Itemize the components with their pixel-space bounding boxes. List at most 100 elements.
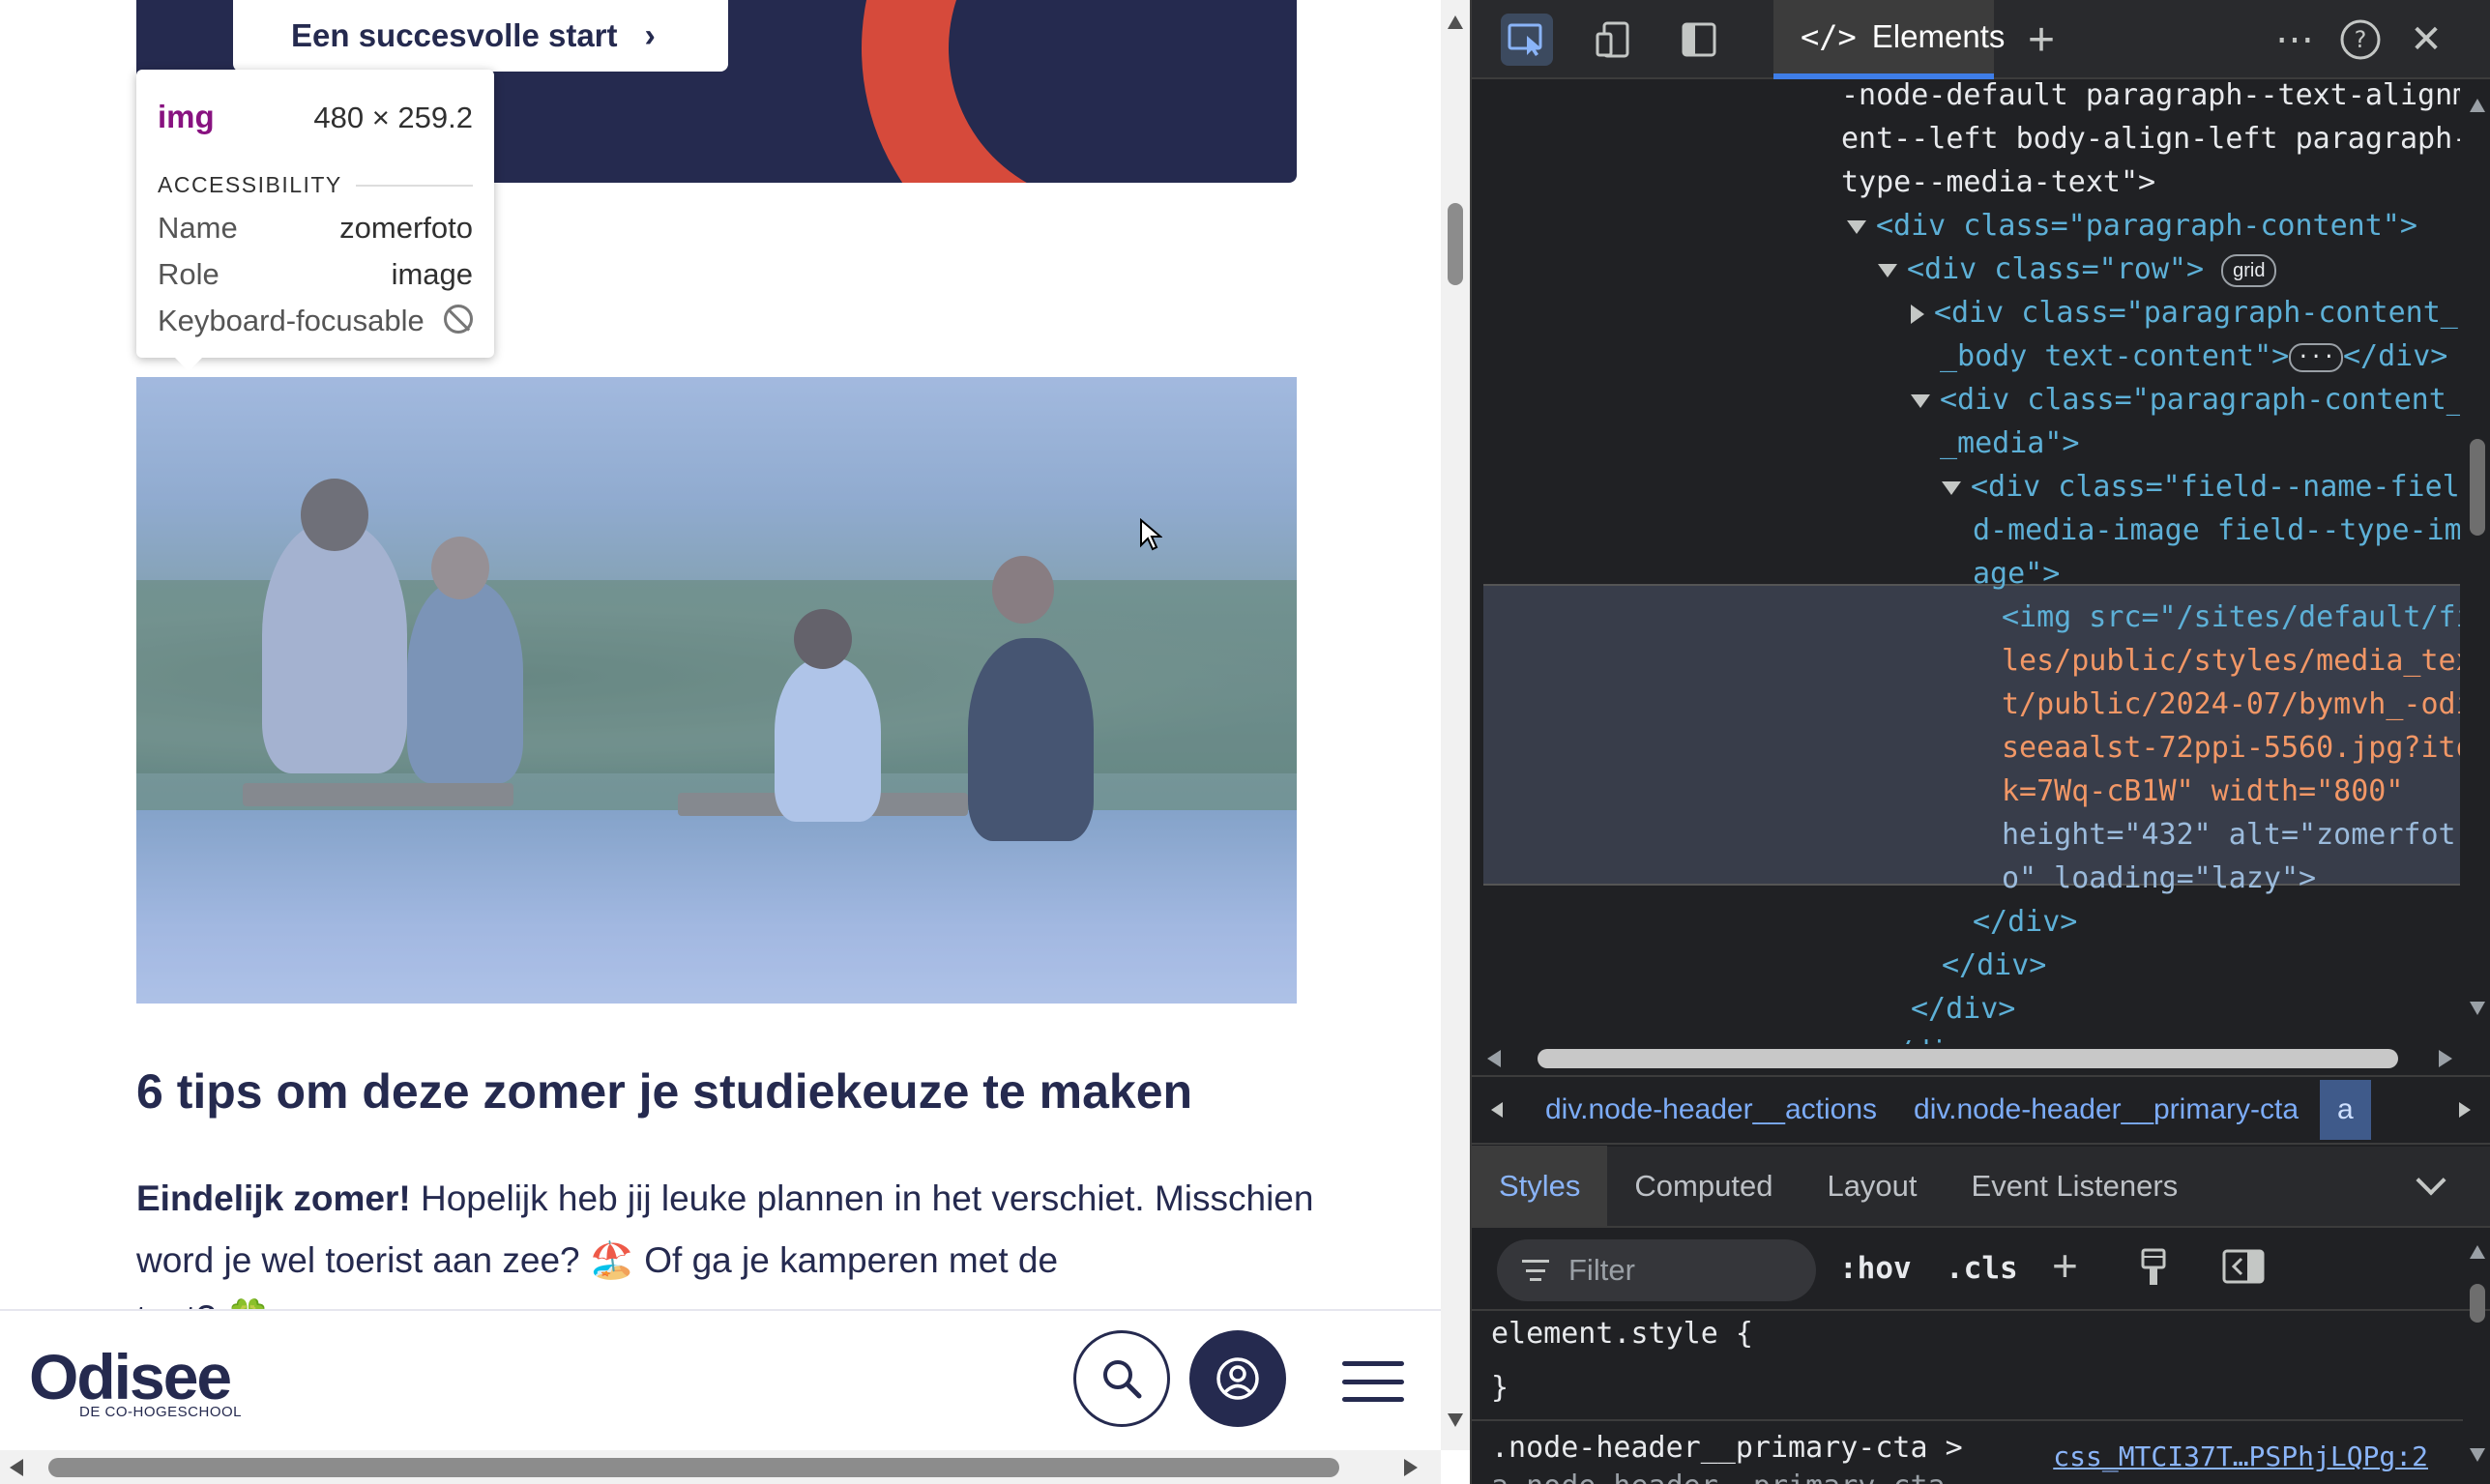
dom-node-cont[interactable]: o" loading="lazy"> <box>2002 857 2316 900</box>
logo-wordmark: Odisee <box>29 1341 232 1412</box>
add-tab-button[interactable]: + <box>2015 14 2067 66</box>
style-rule-selector[interactable]: .node-header__primary-cta > <box>1491 1431 1963 1465</box>
ellipsis-badge[interactable]: ··· <box>2289 342 2343 372</box>
dom-vertical-scrollbar[interactable] <box>2463 79 2490 1044</box>
search-button[interactable] <box>1073 1330 1170 1427</box>
dom-node[interactable]: <div class="row"> grid <box>1878 247 2277 291</box>
dom-node-cont[interactable]: d-media-image field--type-im <box>1973 509 2460 552</box>
hov-toggle[interactable]: :hov <box>1839 1251 1912 1286</box>
page-horizontal-scrollbar[interactable] <box>0 1450 1441 1484</box>
tooltip-key: Role <box>158 257 220 291</box>
inspect-button[interactable] <box>1501 14 1553 66</box>
page-vertical-scrollbar[interactable] <box>1441 0 1470 1450</box>
scrollbar-thumb[interactable] <box>2470 1284 2485 1323</box>
styles-vertical-scrollbar[interactable] <box>2463 1230 2490 1484</box>
inspect-icon <box>1508 23 1542 56</box>
tooltip-value: image <box>391 257 473 291</box>
tooltip-tag: img <box>158 99 215 134</box>
tab-computed[interactable]: Computed <box>1607 1146 1800 1227</box>
collapse-triangle-icon[interactable] <box>1911 304 1924 324</box>
hamburger-menu-button[interactable] <box>1342 1361 1404 1402</box>
scroll-up-arrow-icon[interactable] <box>1448 15 1463 29</box>
device-toolbar-button[interactable] <box>1588 14 1640 66</box>
devtools-panel: </> Elements + ⋯ ? ✕ -node-default parag… <box>1470 0 2490 1484</box>
expand-triangle-icon[interactable] <box>1847 219 1866 234</box>
breadcrumb-left-icon[interactable] <box>1491 1102 1503 1118</box>
scroll-up-arrow-icon[interactable] <box>2470 99 2485 112</box>
dom-node[interactable]: <div class="paragraph-content"> <box>1847 204 2417 247</box>
scroll-up-arrow-icon[interactable] <box>2470 1245 2485 1259</box>
dom-node-text[interactable]: type--media-text"> <box>1841 160 2155 204</box>
expand-triangle-icon[interactable] <box>1911 393 1930 408</box>
dom-node-cont[interactable]: k=7Wq-cB1W" width="800" <box>2002 770 2403 813</box>
dock-button[interactable] <box>1673 14 1725 66</box>
expand-triangle-icon[interactable] <box>1878 263 1897 277</box>
dom-node[interactable]: <div class="paragraph-content_ <box>1911 378 2460 422</box>
scroll-down-arrow-icon[interactable] <box>1448 1413 1463 1427</box>
tab-elements[interactable]: </> Elements <box>1773 0 2005 79</box>
help-button[interactable]: ? <box>2334 14 2387 66</box>
styles-filter-bar: Filter :hov .cls + <box>1472 1230 2490 1311</box>
scroll-left-arrow-icon[interactable] <box>10 1459 23 1476</box>
breadcrumb-item[interactable]: div.node-header__actions <box>1545 1093 1877 1126</box>
dom-tree: -node-default paragraph--text-alignm ent… <box>1483 79 2460 1044</box>
article-title: 6 tips om deze zomer je studiekeuze te m… <box>136 1064 1193 1119</box>
dom-node-cont[interactable]: les/public/styles/media_tex <box>2002 639 2460 683</box>
style-rule-selector[interactable]: element.style { <box>1491 1317 1753 1351</box>
dom-closing-tag[interactable]: </div> <box>1911 987 2015 1031</box>
dom-node-cont[interactable]: seeaalst-72ppi-5560.jpg?ito <box>2002 726 2460 770</box>
mouse-cursor-icon <box>1139 517 1163 556</box>
scroll-left-arrow-icon[interactable] <box>1487 1050 1501 1067</box>
scroll-right-arrow-icon[interactable] <box>2439 1050 2452 1067</box>
dom-node-cont[interactable]: _body text-content"> ··· </div> <box>1940 335 2447 378</box>
device-toolbar-icon <box>1596 21 1629 58</box>
scroll-down-arrow-icon[interactable] <box>2470 1448 2485 1462</box>
chevron-down-icon[interactable] <box>2416 1165 2446 1196</box>
scrollbar-thumb[interactable] <box>2470 439 2485 536</box>
dom-node-cont[interactable]: age"> <box>1973 552 2060 596</box>
breadcrumb-item-selected[interactable]: a <box>2320 1080 2371 1140</box>
tab-styles[interactable]: Styles <box>1472 1146 1608 1227</box>
dom-node-text[interactable]: -node-default paragraph--text-alignm <box>1841 79 2460 117</box>
dom-node-cont[interactable]: _media"> <box>1940 422 2080 465</box>
scrollbar-thumb[interactable] <box>48 1458 1339 1477</box>
toggle-sidebar-icon[interactable] <box>2222 1249 2265 1294</box>
dom-closing-tag[interactable]: </div> <box>1942 944 2046 987</box>
dom-closing-tag[interactable]: </div> <box>1973 900 2077 944</box>
breadcrumb-right-icon[interactable] <box>2459 1102 2471 1118</box>
tab-layout[interactable]: Layout <box>1800 1146 1944 1227</box>
dom-node[interactable]: <div class="field--name-fiel <box>1942 465 2460 509</box>
grid-badge[interactable]: grid <box>2221 253 2277 287</box>
expand-triangle-icon[interactable] <box>1942 480 1961 495</box>
selected-img-node[interactable]: <img src="/sites/default/fi <box>2002 596 2460 639</box>
dom-node[interactable]: <div class="paragraph-content_ <box>1911 291 2458 335</box>
search-icon <box>1103 1360 1142 1399</box>
logo-tagline: DE CO-HOGESCHOOL <box>79 1404 243 1420</box>
scrollbar-thumb[interactable] <box>1538 1049 2398 1068</box>
scroll-right-arrow-icon[interactable] <box>1404 1459 1418 1476</box>
filter-input[interactable]: Filter <box>1497 1239 1816 1301</box>
dom-node-cont[interactable]: height="432" alt="zomerfot <box>2002 813 2456 857</box>
dom-node-text[interactable]: ent--left body-align-left paragraph- <box>1841 117 2460 160</box>
more-options-button[interactable]: ⋯ <box>2269 14 2321 66</box>
cta-label: Een succesvolle start <box>291 17 618 53</box>
divider <box>1472 1419 2463 1421</box>
new-style-rule-icon[interactable]: + <box>2052 1239 2078 1292</box>
dom-horizontal-scrollbar[interactable] <box>1472 1044 2490 1073</box>
account-button[interactable] <box>1189 1330 1286 1427</box>
style-rule-selector-cont[interactable]: a.node-header__primary-cta <box>1491 1469 1946 1484</box>
style-source-link[interactable]: css_MTCI37T…PSPhjLQPg:2 <box>2053 1440 2428 1472</box>
close-devtools-button[interactable]: ✕ <box>2400 14 2452 66</box>
tab-event-listeners[interactable]: Event Listeners <box>1945 1146 2206 1227</box>
breadcrumb-item[interactable]: div.node-header__primary-cta <box>1914 1093 2299 1126</box>
scroll-down-arrow-icon[interactable] <box>2470 1002 2485 1015</box>
primary-cta-button[interactable]: Een succesvolle start › <box>233 0 728 72</box>
scrollbar-thumb[interactable] <box>1448 203 1463 285</box>
filter-placeholder: Filter <box>1568 1253 1635 1287</box>
not-allowed-icon <box>444 305 473 334</box>
cls-toggle[interactable]: .cls <box>1946 1251 2018 1286</box>
dom-node-cont[interactable]: t/public/2024-07/bymvh_-odi <box>2002 683 2460 726</box>
dom-closing-tag[interactable]: </div> <box>1878 1031 1982 1044</box>
paint-brush-icon[interactable] <box>2137 1247 2170 1299</box>
dom-node-text: _body text-content"> <box>1940 339 2290 373</box>
